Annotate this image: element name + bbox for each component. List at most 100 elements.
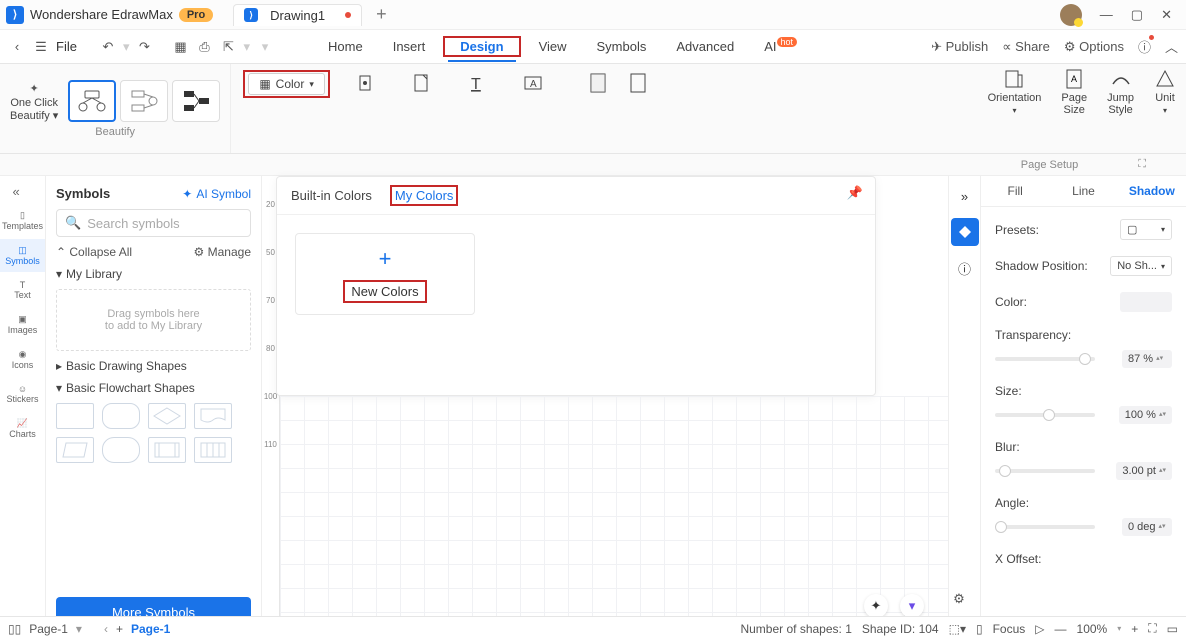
zoom-out-icon[interactable]: — <box>1055 622 1067 636</box>
sidebar-item-charts[interactable]: 📈Charts <box>0 412 45 445</box>
shape-rectangle[interactable] <box>56 403 94 429</box>
zoom-value[interactable]: 100% <box>1077 622 1108 636</box>
new-tab-button[interactable]: + <box>376 4 387 25</box>
shadow-color-swatch[interactable] <box>1120 292 1172 312</box>
page-menu-icon[interactable]: ▾ <box>76 622 82 636</box>
unit-button[interactable]: Unit▾ <box>1144 64 1186 119</box>
tab-home[interactable]: Home <box>316 33 375 60</box>
color-dropdown-button[interactable]: ▦ Color ▾ <box>248 73 325 95</box>
focus-icon[interactable]: ▯ <box>976 622 983 636</box>
print-icon[interactable]: ⎙ <box>195 38 213 56</box>
size-value[interactable]: 100 %▴▾ <box>1119 406 1172 424</box>
collapse-all-button[interactable]: ⌃ Collapse All <box>56 245 132 259</box>
basic-flowchart-section[interactable]: ▾ Basic Flowchart Shapes <box>56 381 251 395</box>
document-tab[interactable]: ⟩ Drawing1 <box>233 4 362 26</box>
settings-floating-icon[interactable]: ⚙ <box>948 588 970 610</box>
fit-width-icon[interactable]: ▭ <box>1167 622 1178 636</box>
floating-tool-1[interactable]: ✦ <box>864 594 888 618</box>
ai-symbol-button[interactable]: ✦ AI Symbol <box>182 187 251 201</box>
tab-insert[interactable]: Insert <box>381 33 438 60</box>
my-library-dropzone[interactable]: Drag symbols here to add to My Library <box>56 289 251 351</box>
tab-view[interactable]: View <box>527 33 579 60</box>
style-tab-icon[interactable] <box>951 218 979 246</box>
tab-symbols[interactable]: Symbols <box>585 33 659 60</box>
minimize-button[interactable]: — <box>1100 7 1113 22</box>
page-1-status[interactable]: Page-1 <box>29 622 68 636</box>
page-size-button[interactable]: APage Size <box>1051 64 1097 120</box>
sidebar-item-symbols[interactable]: ◫Symbols <box>0 239 45 272</box>
pages-icon[interactable]: ▯▯ <box>8 622 21 636</box>
my-library-section[interactable]: ▾ My Library <box>56 267 251 281</box>
maximize-button[interactable]: ▢ <box>1131 7 1143 23</box>
blur-value[interactable]: 3.00 pt▴▾ <box>1116 462 1172 480</box>
shape-terminator[interactable] <box>102 437 140 463</box>
new-colors-card[interactable]: + New Colors <box>295 233 475 315</box>
help-right-icon[interactable]: ⓘ <box>951 254 979 282</box>
undo-button[interactable]: ↶ <box>99 38 117 56</box>
page-variant1-icon[interactable] <box>586 70 612 96</box>
orientation-button[interactable]: Orientation▾ <box>978 64 1052 119</box>
more-quick-icon[interactable]: ▾ <box>256 38 274 56</box>
tab-ai[interactable]: AIhot <box>752 33 809 60</box>
zoom-in-icon[interactable]: + <box>1131 622 1138 636</box>
help-button[interactable]: ⓘ <box>1138 37 1151 56</box>
style-preset-1[interactable] <box>68 80 116 122</box>
angle-slider[interactable] <box>995 525 1095 529</box>
fill-tab[interactable]: Fill <box>981 176 1049 206</box>
floating-tool-2[interactable]: ▾ <box>900 594 924 618</box>
text-style-icon[interactable]: T <box>464 70 490 96</box>
text-box-icon[interactable]: A <box>520 70 546 96</box>
style-preset-3[interactable] <box>172 80 220 122</box>
expand-right-panel-icon[interactable]: » <box>951 182 979 210</box>
page-setup-label[interactable]: Page Setup <box>1021 159 1079 171</box>
builtin-colors-tab[interactable]: Built-in Colors <box>291 188 372 203</box>
layers-icon[interactable]: ⬚▾ <box>949 622 966 636</box>
tab-advanced[interactable]: Advanced <box>664 33 746 60</box>
sidebar-item-images[interactable]: ▣Images <box>0 308 45 341</box>
options-button[interactable]: ⚙ Options <box>1064 39 1124 55</box>
transparency-value[interactable]: 87 %▴▾ <box>1122 350 1172 368</box>
page-setup-expand-icon[interactable]: ⛶ <box>1138 158 1146 171</box>
sidebar-item-templates[interactable]: ▯Templates <box>0 204 45 237</box>
export-icon[interactable]: ⇱ <box>219 38 237 56</box>
shape-predefined[interactable] <box>148 437 186 463</box>
shape-diamond[interactable] <box>148 403 186 429</box>
present-icon[interactable]: ▷ <box>1035 622 1044 636</box>
active-page-tab[interactable]: Page-1 <box>131 622 170 636</box>
shape-doc[interactable] <box>194 403 232 429</box>
publish-button[interactable]: ✈ Publish <box>931 39 988 55</box>
shadow-position-select[interactable]: No Sh...▾ <box>1110 256 1172 276</box>
shadow-tab[interactable]: Shadow <box>1118 176 1186 206</box>
angle-value[interactable]: 0 deg▴▾ <box>1122 518 1172 536</box>
blur-slider[interactable] <box>995 469 1095 473</box>
pin-icon[interactable]: 📌 <box>847 185 863 201</box>
close-button[interactable]: ✕ <box>1161 7 1172 23</box>
transparency-slider[interactable] <box>995 357 1095 361</box>
shape-parallelogram[interactable] <box>56 437 94 463</box>
user-avatar[interactable] <box>1060 4 1082 26</box>
sidebar-item-icons[interactable]: ◉Icons <box>0 343 45 376</box>
shape-rounded[interactable] <box>102 403 140 429</box>
canvas[interactable]: ✦ ▾ <box>280 396 948 624</box>
tab-design[interactable]: Design <box>448 33 515 62</box>
collapse-ribbon-button[interactable]: ︿ <box>1165 37 1178 56</box>
presets-select[interactable]: ▢ ▾ <box>1120 219 1172 240</box>
add-page-icon[interactable]: + <box>116 622 123 636</box>
page-icon[interactable] <box>408 70 434 96</box>
shape-data[interactable] <box>194 437 232 463</box>
beautify-label[interactable]: Beautify ▾ <box>10 109 58 122</box>
back-button[interactable]: ‹ <box>8 38 26 56</box>
jump-style-button[interactable]: Jump Style <box>1097 64 1144 120</box>
sidebar-item-stickers[interactable]: ☺Stickers <box>0 378 45 410</box>
bg-color-icon[interactable] <box>352 70 378 96</box>
search-input[interactable]: 🔍 Search symbols <box>56 209 251 237</box>
sidebar-item-text[interactable]: TText <box>0 274 45 306</box>
manage-button[interactable]: ⚙ Manage <box>194 245 251 259</box>
size-slider[interactable] <box>995 413 1095 417</box>
focus-label[interactable]: Focus <box>993 622 1026 636</box>
menu-icon[interactable]: ☰ <box>32 38 50 56</box>
redo-button[interactable]: ↷ <box>135 38 153 56</box>
my-colors-tab[interactable]: My Colors <box>395 188 454 203</box>
fit-page-icon[interactable]: ⛶ <box>1148 621 1156 636</box>
style-preset-2[interactable] <box>120 80 168 122</box>
